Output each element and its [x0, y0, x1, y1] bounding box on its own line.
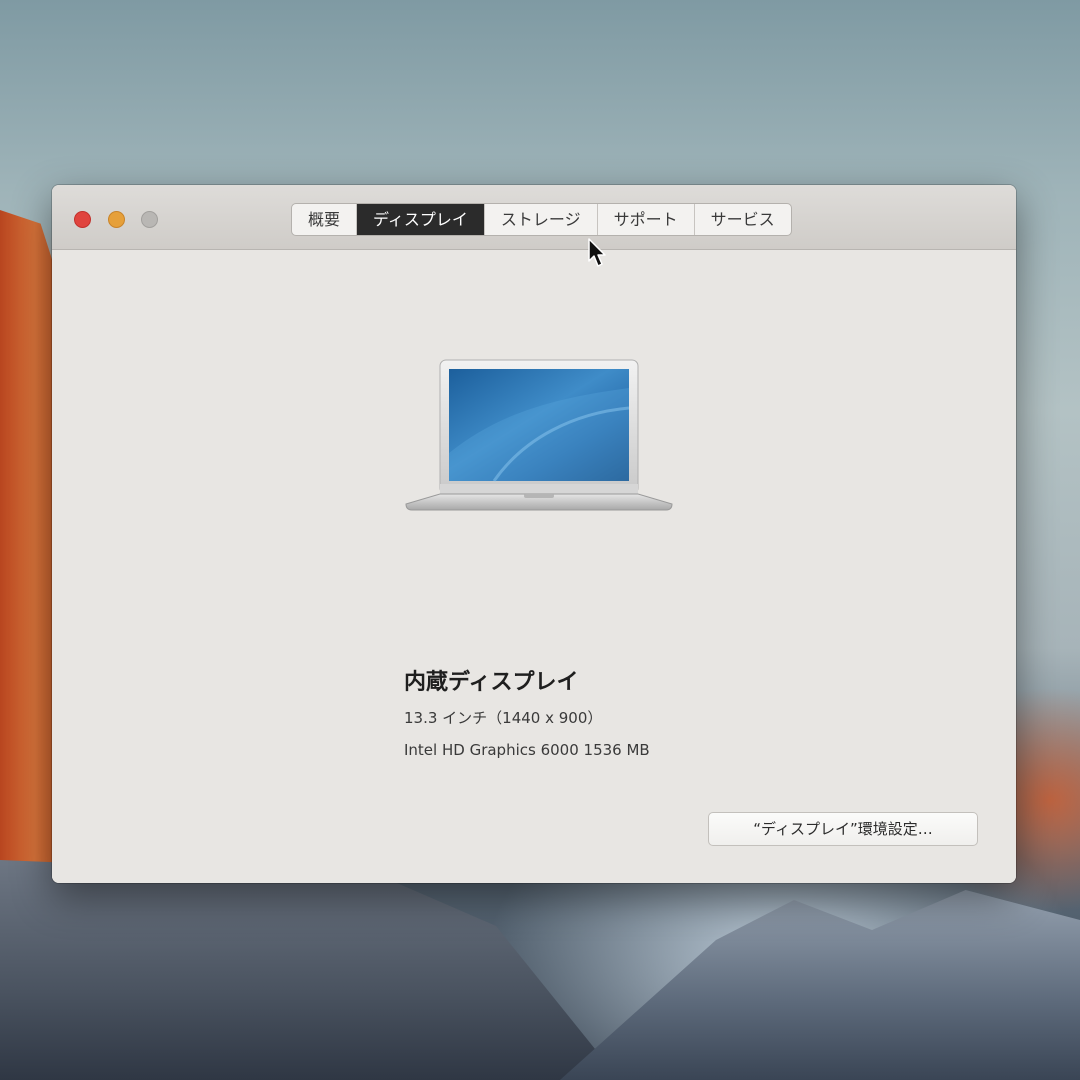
tab-overview[interactable]: 概要 [292, 204, 358, 235]
wallpaper-mountain-left [0, 860, 620, 1080]
wallpaper-cliff-left [0, 210, 58, 890]
displays-pane: 内蔵ディスプレイ 13.3 インチ（1440 x 900） Intel HD G… [52, 250, 1016, 883]
macbook-air-icon [405, 359, 673, 511]
display-preferences-button[interactable]: “ディスプレイ”環境設定… [708, 812, 978, 846]
display-graphics: Intel HD Graphics 6000 1536 MB [404, 741, 650, 759]
close-button-icon[interactable] [74, 211, 91, 228]
window-titlebar[interactable]: 概要 ディスプレイ ストレージ サポート サービス [52, 185, 1016, 250]
tab-storage[interactable]: ストレージ [485, 204, 598, 235]
display-name: 内蔵ディスプレイ [404, 670, 579, 695]
about-this-mac-window: 概要 ディスプレイ ストレージ サポート サービス 内蔵ディスプレイ 13.3 … [52, 185, 1016, 883]
wallpaper-mountain-right [560, 890, 1080, 1080]
tab-bar: 概要 ディスプレイ ストレージ サポート サービス [291, 203, 792, 236]
zoom-button-icon [141, 211, 158, 228]
tab-displays[interactable]: ディスプレイ [357, 204, 485, 235]
tab-service[interactable]: サービス [695, 204, 791, 235]
tab-support[interactable]: サポート [598, 204, 695, 235]
display-size-resolution: 13.3 インチ（1440 x 900） [404, 709, 603, 727]
mouse-pointer-icon [588, 238, 606, 267]
minimize-button-icon[interactable] [108, 211, 125, 228]
